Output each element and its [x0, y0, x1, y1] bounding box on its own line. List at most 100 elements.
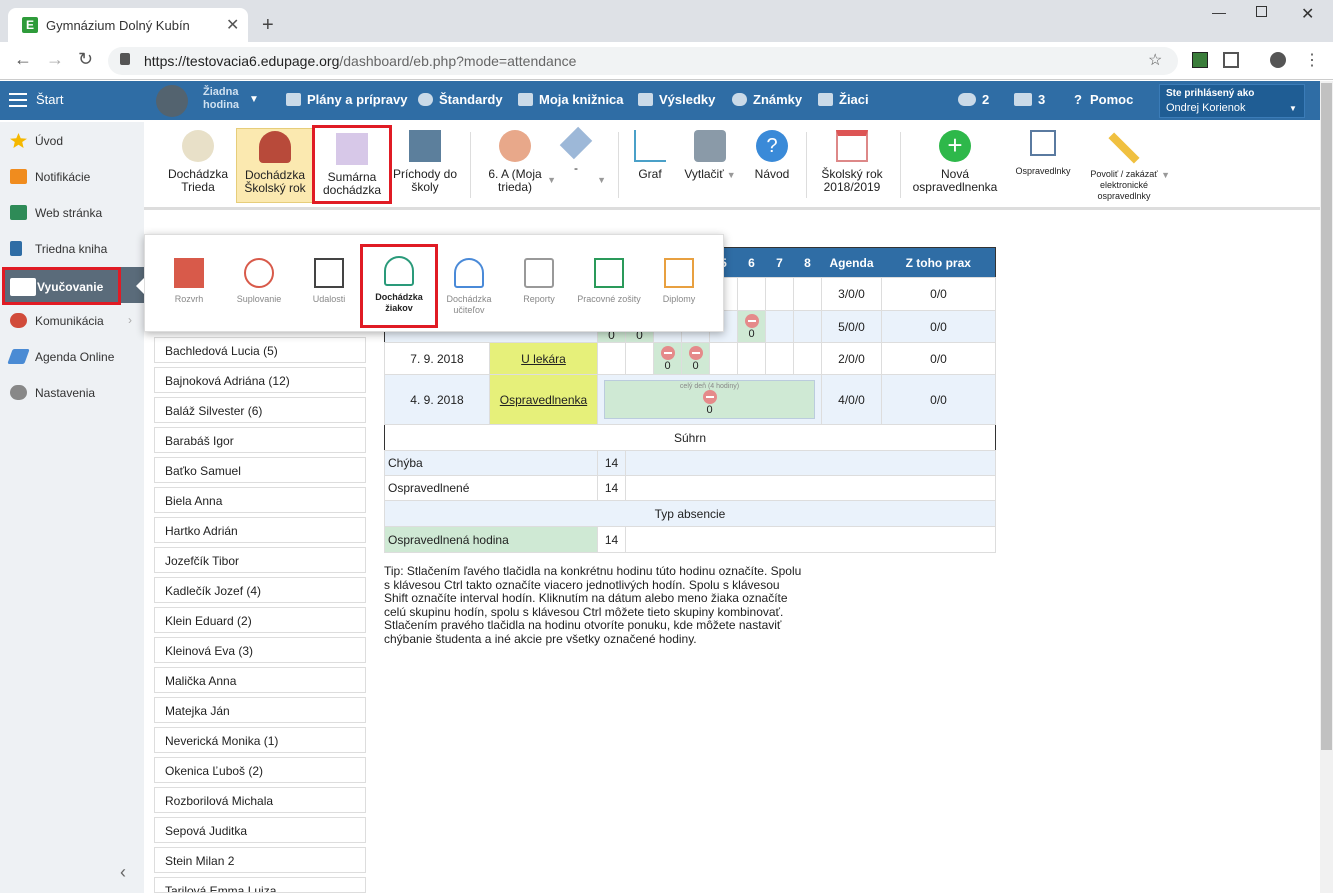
student-item[interactable]: Hartko Adrián: [154, 517, 366, 543]
full-day-block[interactable]: celý deň (4 hodiny) 0: [604, 380, 815, 419]
submenu-label: Reporty: [523, 294, 555, 304]
student-item[interactable]: Baťko Samuel: [154, 457, 366, 483]
student-item[interactable]: Stein Milan 2: [154, 847, 366, 873]
toolbar-separator: [806, 132, 807, 198]
close-window-icon[interactable]: ✕: [1301, 4, 1314, 24]
nova-ospravedlnenka-button[interactable]: + Nová ospravedlnenka: [908, 130, 1002, 194]
lock-icon: [120, 53, 130, 65]
user-chevron-icon[interactable]: ▼: [1289, 104, 1297, 113]
period-cell[interactable]: 0: [737, 310, 766, 343]
menu-znamky-label: Známky: [753, 92, 803, 107]
sidebar-item-triedna-kniha[interactable]: Triedna kniha: [0, 231, 144, 267]
back-icon[interactable]: ←: [14, 49, 32, 70]
scrollbar-thumb[interactable]: [1321, 83, 1332, 750]
close-tab-icon[interactable]: ✕: [226, 15, 239, 35]
extension-icon[interactable]: [1192, 52, 1208, 68]
sidebar-item-notifikacie[interactable]: Notifikácie: [0, 159, 144, 195]
class-selector[interactable]: 6. A (Moja trieda) ▼: [480, 130, 556, 194]
menu-vysledky[interactable]: Výsledky: [638, 92, 715, 107]
graf-button[interactable]: Graf: [628, 130, 672, 181]
period-cell[interactable]: 0: [681, 342, 710, 375]
student-item[interactable]: Klein Eduard (2): [154, 607, 366, 633]
student-item[interactable]: Baláž Silvester (6): [154, 397, 366, 423]
help-button[interactable]: ? Pomoc: [1074, 92, 1133, 107]
submenu-udalosti[interactable]: Udalosti: [294, 258, 364, 305]
collapse-sidebar-icon[interactable]: ‹: [120, 862, 126, 883]
screenshot-icon[interactable]: [1223, 52, 1239, 68]
dochadzka-rok-button[interactable]: Dochádzka Školský rok: [236, 128, 314, 203]
student-item[interactable]: Neverická Monika (1): [154, 727, 366, 753]
mail-button[interactable]: 3: [1014, 92, 1045, 107]
toolbar-label: Nová ospravedlnenka: [912, 167, 998, 194]
forward-icon[interactable]: →: [46, 49, 64, 70]
hamburger-icon[interactable]: [9, 93, 27, 107]
student-item[interactable]: Bajnoková Adriána (12): [154, 367, 366, 393]
student-item[interactable]: Jozefčík Tibor: [154, 547, 366, 573]
sidebar-item-nastavenia[interactable]: Nastavenia: [0, 375, 144, 411]
student-item[interactable]: Tarilová Emma Luiza: [154, 877, 366, 893]
url-text: https://testovacia6.edupage.org/dashboar…: [144, 53, 576, 69]
minimize-icon[interactable]: —: [1212, 4, 1226, 20]
sidebar-item-web[interactable]: Web stránka: [0, 195, 144, 231]
tip-text: Tip: Stlačením ľavého tlačidla na konkré…: [384, 564, 802, 646]
student-item[interactable]: Barabáš Igor: [154, 427, 366, 453]
menu-kniznica[interactable]: Moja knižnica: [518, 92, 624, 107]
date-cell[interactable]: 7. 9. 2018: [384, 342, 490, 375]
dochadzka-trieda-button[interactable]: Dochádzka Trieda: [160, 130, 236, 194]
period-header: 6: [737, 247, 766, 278]
ospravedlnky-button[interactable]: Ospravedlnky: [1008, 130, 1078, 177]
lesson-selector[interactable]: Žiadna hodina: [203, 86, 239, 112]
submenu-pracovne-zosity[interactable]: Pracovné zošity: [574, 258, 644, 305]
chevron-down-icon[interactable]: ▼: [249, 94, 259, 105]
prichody-button[interactable]: Príchody do školy: [390, 130, 460, 194]
menu-standardy[interactable]: Štandardy: [418, 92, 503, 107]
student-item[interactable]: Bachledová Lucia (5): [154, 337, 366, 363]
sidebar-item-agenda[interactable]: Agenda Online: [0, 339, 144, 375]
submenu-reporty[interactable]: Reporty: [504, 258, 574, 305]
submenu-dochadzka-ziakov[interactable]: Dochádzka žiakov: [360, 244, 438, 328]
menu-kniznica-label: Moja knižnica: [539, 92, 624, 107]
messages-button[interactable]: 2: [958, 92, 989, 107]
reload-icon[interactable]: ↻: [78, 49, 93, 70]
summary-title: Súhrn: [384, 424, 996, 451]
student-item[interactable]: Kleinová Eva (3): [154, 637, 366, 663]
reason-link[interactable]: Ospravedlnenka: [489, 374, 598, 425]
student-item[interactable]: Malička Anna: [154, 667, 366, 693]
reason-link[interactable]: U lekára: [489, 342, 598, 375]
vytlacit-button[interactable]: Vytlačiť ▼: [682, 130, 738, 182]
submenu-rozvrh[interactable]: Rozvrh: [154, 258, 224, 305]
timetable-grid-icon: [174, 258, 204, 288]
student-item[interactable]: Okenica Ľuboš (2): [154, 757, 366, 783]
menu-plany[interactable]: Plány a prípravy: [286, 92, 407, 107]
povolit-button[interactable]: Povoliť / zakázať elektronické ospravedl…: [1086, 130, 1170, 202]
workbook-chart-icon: [594, 258, 624, 288]
student-item[interactable]: Kadlečík Jozef (4): [154, 577, 366, 603]
maximize-icon[interactable]: [1256, 6, 1267, 17]
new-tab-icon[interactable]: +: [262, 15, 274, 35]
sidebar-item-komunikacia[interactable]: Komunikácia ›: [0, 303, 144, 339]
rocket-selector[interactable]: - ▼: [559, 126, 606, 185]
prax-cell: 0/0: [881, 374, 996, 425]
menu-ziaci[interactable]: Žiaci: [818, 92, 869, 107]
sumarna-dochadzka-button[interactable]: Sumárna dochádzka: [312, 125, 392, 204]
student-item[interactable]: Sepová Juditka: [154, 817, 366, 843]
menu-znamky[interactable]: Známky: [732, 92, 802, 107]
skolsky-rok-selector[interactable]: Školský rok 2018/2019: [814, 130, 890, 194]
navod-button[interactable]: ? Návod: [750, 130, 794, 181]
profile-icon[interactable]: [1270, 52, 1286, 68]
submenu-label: Suplovanie: [236, 294, 282, 304]
menu-dots-icon[interactable]: ⋮: [1304, 50, 1320, 70]
bookmark-star-icon[interactable]: ☆: [1148, 50, 1162, 70]
date-cell[interactable]: 4. 9. 2018: [384, 374, 490, 425]
submenu-diplomy[interactable]: Diplomy: [644, 258, 714, 305]
full-day-cell[interactable]: celý deň (4 hodiny) 0: [597, 374, 822, 425]
start-button[interactable]: Štart: [36, 92, 63, 107]
student-item[interactable]: Matejka Ján: [154, 697, 366, 723]
student-item[interactable]: Rozborilová Michala: [154, 787, 366, 813]
period-cell[interactable]: 0: [653, 342, 682, 375]
submenu-suplovanie[interactable]: Suplovanie: [224, 258, 294, 305]
sidebar-item-vyucovanie[interactable]: Vyučovanie: [2, 267, 121, 305]
submenu-dochadzka-ucitelov[interactable]: Dochádzka učiteľov: [434, 258, 504, 316]
student-item[interactable]: Biela Anna: [154, 487, 366, 513]
sidebar-item-uvod[interactable]: Úvod: [0, 123, 144, 159]
